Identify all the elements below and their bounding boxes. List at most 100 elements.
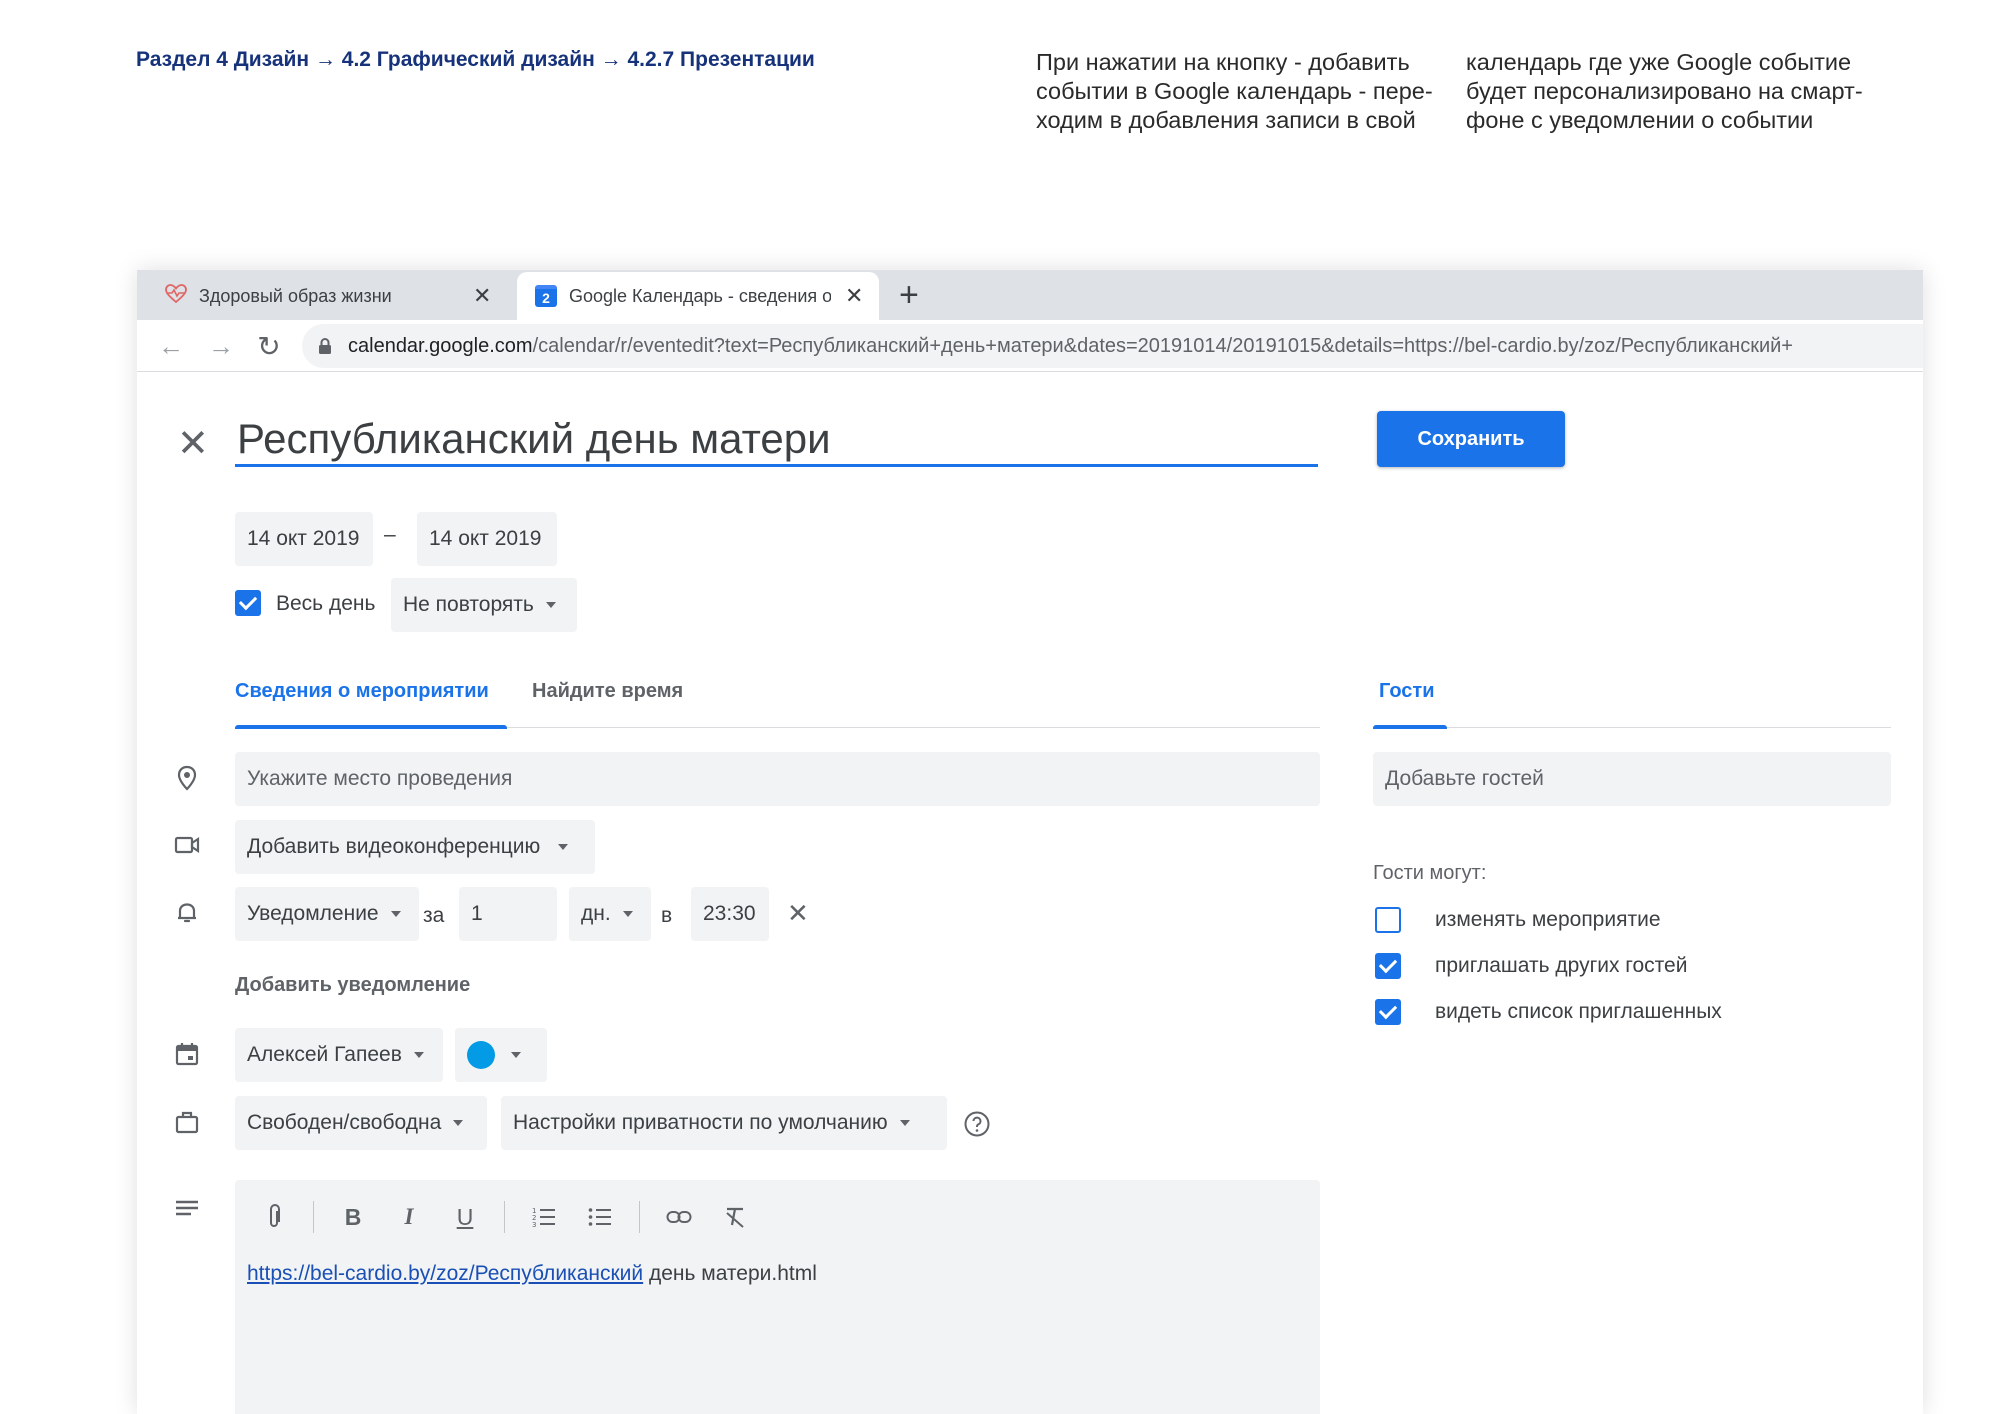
notification-unit-value: дн. bbox=[581, 902, 611, 925]
chevron-down-icon bbox=[545, 602, 556, 608]
url-path: /calendar/r/eventedit?text=Республиканск… bbox=[532, 334, 1793, 357]
heart-pulse-icon bbox=[165, 283, 187, 309]
description-editor[interactable]: B I U 123 https://bel-cardio.by/zoz/Респ… bbox=[235, 1180, 1320, 1414]
italic-icon[interactable]: I bbox=[392, 1200, 426, 1234]
tab-guests[interactable]: Гости bbox=[1379, 680, 1435, 703]
tab-event-details[interactable]: Сведения о мероприятии bbox=[235, 680, 489, 703]
browser-window: Здоровый образ жизни ✕ 2 Google Календар… bbox=[137, 270, 1923, 1414]
chevron-down-icon bbox=[558, 844, 569, 850]
permission-see-list-checkbox[interactable] bbox=[1375, 999, 1401, 1025]
description-rest: день матери.html bbox=[643, 1262, 817, 1285]
guests-tabs: Гости bbox=[1373, 678, 1891, 729]
remove-notification-icon[interactable]: ✕ bbox=[787, 898, 809, 929]
browser-tab-healthy-lifestyle[interactable]: Здоровый образ жизни ✕ bbox=[137, 272, 515, 320]
underline-icon[interactable]: U bbox=[448, 1200, 482, 1234]
attachment-icon[interactable] bbox=[257, 1200, 291, 1234]
notification-type-value: Уведомление bbox=[247, 902, 379, 925]
url-host: calendar.google.com bbox=[348, 334, 533, 357]
availability-dropdown[interactable]: Свободен/свободна bbox=[235, 1096, 487, 1150]
numbered-list-icon[interactable]: 123 bbox=[527, 1200, 561, 1234]
tab-bar: Здоровый образ жизни ✕ 2 Google Календар… bbox=[137, 270, 1923, 320]
location-input[interactable]: Укажите место проведения bbox=[235, 752, 1320, 806]
reload-icon[interactable]: ↻ bbox=[255, 331, 283, 362]
video-camera-icon bbox=[174, 836, 200, 854]
lock-icon bbox=[319, 338, 331, 354]
permission-see-list-label: видеть список приглашенных bbox=[1435, 1000, 1722, 1023]
browser-tab-title: Здоровый образ жизни bbox=[199, 285, 392, 306]
add-guests-input[interactable]: Добавьте гостей bbox=[1373, 752, 1891, 806]
notification-time-input[interactable]: 23:30 bbox=[691, 887, 769, 941]
bulleted-list-icon[interactable] bbox=[583, 1200, 617, 1234]
active-tab-indicator bbox=[235, 725, 507, 729]
event-title-input[interactable]: Республиканский день матери bbox=[235, 413, 1318, 467]
back-arrow-icon[interactable]: ← bbox=[157, 331, 185, 361]
browser-tab-google-calendar[interactable]: 2 Google Календарь - сведения о ✕ bbox=[517, 272, 879, 320]
calendar-icon bbox=[175, 1043, 199, 1066]
link-icon[interactable] bbox=[662, 1200, 696, 1234]
save-button[interactable]: Сохранить bbox=[1377, 411, 1565, 467]
briefcase-icon bbox=[175, 1111, 199, 1134]
chevron-down-icon bbox=[899, 1120, 910, 1126]
chevron-down-icon bbox=[453, 1120, 464, 1126]
notification-type-dropdown[interactable]: Уведомление bbox=[235, 887, 419, 941]
chevron-down-icon bbox=[622, 911, 633, 917]
active-tab-indicator bbox=[1373, 725, 1447, 729]
privacy-value: Настройки приватности по умолчанию bbox=[513, 1111, 888, 1134]
calendar-owner-value: Алексей Гапеев bbox=[247, 1043, 402, 1066]
chevron-down-icon bbox=[511, 1052, 521, 1058]
toolbar-divider bbox=[639, 1201, 640, 1233]
date-separator: – bbox=[384, 523, 396, 546]
location-pin-icon bbox=[177, 765, 197, 791]
close-tab-icon[interactable]: ✕ bbox=[473, 283, 491, 309]
notification-unit-dropdown[interactable]: дн. bbox=[569, 887, 651, 941]
start-date-field[interactable]: 14 окт 2019 bbox=[235, 512, 373, 566]
help-icon[interactable] bbox=[963, 1110, 991, 1138]
svg-text:3: 3 bbox=[532, 1221, 536, 1228]
description-note-right: календарь где уже Google событие будет п… bbox=[1466, 49, 1863, 133]
description-note-left: При нажатии на кнопку - добавить событии… bbox=[1036, 49, 1433, 133]
notification-before-label: за bbox=[423, 904, 445, 927]
toolbar-divider bbox=[504, 1201, 505, 1233]
bell-icon bbox=[178, 903, 196, 923]
calendar-owner-dropdown[interactable]: Алексей Гапеев bbox=[235, 1028, 443, 1082]
forward-arrow-icon[interactable]: → bbox=[207, 331, 235, 361]
toolbar-divider bbox=[313, 1201, 314, 1233]
clear-formatting-icon[interactable] bbox=[718, 1200, 752, 1234]
notification-amount-input[interactable]: 1 bbox=[459, 887, 557, 941]
editor-toolbar: B I U 123 bbox=[257, 1198, 774, 1236]
close-editor-icon[interactable]: ✕ bbox=[177, 425, 209, 463]
repeat-value: Не повторять bbox=[403, 593, 534, 616]
privacy-dropdown[interactable]: Настройки приватности по умолчанию bbox=[501, 1096, 947, 1150]
permission-modify-checkbox[interactable] bbox=[1375, 907, 1401, 933]
tab-find-time[interactable]: Найдите время bbox=[532, 680, 683, 703]
permission-invite-label: приглашать других гостей bbox=[1435, 954, 1688, 977]
all-day-label: Весь день bbox=[276, 592, 376, 615]
event-color-dropdown[interactable] bbox=[455, 1028, 547, 1082]
availability-value: Свободен/свободна bbox=[247, 1111, 442, 1134]
chevron-down-icon bbox=[390, 911, 401, 917]
url-field[interactable]: calendar.google.com/calendar/r/eventedit… bbox=[302, 324, 1923, 368]
description-link[interactable]: https://bel-cardio.by/zoz/Республикански… bbox=[247, 1262, 643, 1285]
breadcrumb: Раздел 4 Дизайн → 4.2 Графический дизайн… bbox=[136, 48, 815, 71]
browser-tab-title: Google Календарь - сведения о bbox=[569, 285, 831, 306]
guest-permissions-title: Гости могут: bbox=[1373, 862, 1487, 884]
repeat-dropdown[interactable]: Не повторять bbox=[391, 578, 577, 632]
end-date-field[interactable]: 14 окт 2019 bbox=[417, 512, 557, 566]
event-tabs: Сведения о мероприятии Найдите время bbox=[235, 678, 1320, 729]
video-conference-label: Добавить видеоконференцию bbox=[247, 835, 541, 858]
all-day-checkbox[interactable] bbox=[235, 590, 261, 616]
address-bar: ← → ↻ calendar.google.com/calendar/r/eve… bbox=[137, 320, 1923, 372]
close-tab-icon[interactable]: ✕ bbox=[845, 283, 863, 309]
permission-modify-label: изменять мероприятие bbox=[1435, 908, 1661, 931]
chevron-down-icon bbox=[413, 1052, 424, 1058]
add-notification-link[interactable]: Добавить уведомление bbox=[235, 974, 470, 997]
new-tab-icon[interactable]: + bbox=[899, 276, 919, 315]
description-lines-icon bbox=[176, 1200, 198, 1216]
notification-at-label: в bbox=[661, 904, 673, 927]
description-text: https://bel-cardio.by/zoz/Республикански… bbox=[247, 1262, 817, 1286]
video-conference-dropdown[interactable]: Добавить видеоконференцию bbox=[235, 820, 595, 874]
bold-icon[interactable]: B bbox=[336, 1200, 370, 1234]
color-dot bbox=[467, 1041, 495, 1069]
google-calendar-icon: 2 bbox=[535, 285, 557, 307]
permission-invite-checkbox[interactable] bbox=[1375, 953, 1401, 979]
